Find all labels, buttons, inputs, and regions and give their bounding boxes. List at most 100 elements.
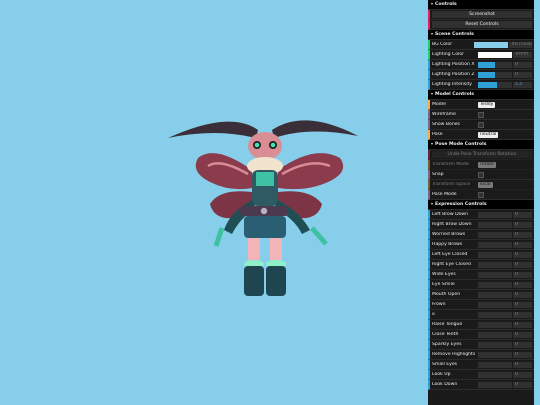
transform-space-select[interactable]: local <box>478 181 493 188</box>
reset-row[interactable]: Reset Controls <box>428 20 534 30</box>
slider-fill <box>478 61 495 68</box>
bg-color-swatch[interactable] <box>474 41 509 48</box>
undo-pose-button[interactable]: Undo Pose Transform Rotation <box>432 151 532 158</box>
expression-slider[interactable] <box>478 321 512 328</box>
model-folder-title[interactable]: Model Controls <box>428 90 534 100</box>
expression-slider[interactable] <box>478 211 512 218</box>
expression-slider[interactable] <box>478 271 512 278</box>
scene-folder-title[interactable]: Scene Controls <box>428 30 534 40</box>
reset-controls-button[interactable]: Reset Controls <box>432 21 532 28</box>
transform-mode-label: Transform Mode <box>432 162 469 167</box>
controls-folder-title[interactable]: Controls <box>428 0 534 10</box>
expression-value[interactable]: 0 <box>513 241 532 248</box>
expression-row: Happy Brows 0 <box>428 240 534 250</box>
transform-mode-select[interactable]: rotate <box>478 161 496 168</box>
expression-label: Eye Smile <box>432 282 455 287</box>
expression-slider[interactable] <box>478 241 512 248</box>
model-title: Model Controls <box>435 92 475 97</box>
slider-fill <box>478 81 497 88</box>
intensity-row: Lighting Intensity 5.5 <box>428 80 534 90</box>
expression-value[interactable]: 0 <box>513 261 532 268</box>
expression-value[interactable]: 0 <box>513 361 532 368</box>
intensity-slider[interactable] <box>478 81 512 88</box>
expression-slider[interactable] <box>478 301 512 308</box>
bg-color-value[interactable]: #87ceeb <box>509 41 532 48</box>
expression-slider[interactable] <box>478 371 512 378</box>
expression-value[interactable]: 0 <box>513 301 532 308</box>
left-leg <box>248 238 260 260</box>
model-select[interactable]: Teddy <box>478 101 496 108</box>
pose-mode-title: Pose Mode Controls <box>435 142 487 147</box>
expression-slider[interactable] <box>478 311 512 318</box>
light-x-slider[interactable] <box>478 61 512 68</box>
controls-panel: Controls Screenshot Reset Controls Scene… <box>428 0 534 405</box>
expression-slider[interactable] <box>478 231 512 238</box>
expression-slider[interactable] <box>478 291 512 298</box>
expression-value[interactable]: 0 <box>513 281 532 288</box>
expression-value[interactable]: 0 <box>513 211 532 218</box>
screenshot-button[interactable]: Screenshot <box>432 11 532 18</box>
slider-fill <box>478 71 495 78</box>
lighting-color-value[interactable]: #ffffff <box>513 51 532 58</box>
expression-slider[interactable] <box>478 261 512 268</box>
expression-folder-title[interactable]: Expression Controls <box>428 200 534 210</box>
lighting-color-swatch[interactable] <box>478 51 512 58</box>
show-bones-checkbox[interactable] <box>478 121 484 128</box>
expression-value[interactable]: 0 <box>513 341 532 348</box>
character-model[interactable] <box>160 108 360 308</box>
expression-slider[interactable] <box>478 331 512 338</box>
expression-row: Eye Smile 0 <box>428 280 534 290</box>
screenshot-row[interactable]: Screenshot <box>428 10 534 20</box>
expression-value[interactable]: 0 <box>513 321 532 328</box>
expression-slider[interactable] <box>478 341 512 348</box>
model-label: Model <box>432 102 446 107</box>
expression-value[interactable]: 0 <box>513 331 532 338</box>
shirt-print <box>256 172 274 186</box>
bg-color-label: BG Color <box>432 42 453 47</box>
light-z-value[interactable]: 0 <box>513 71 532 78</box>
expression-label: Look Down <box>432 382 458 387</box>
expression-label: Raise Tongue <box>432 322 463 327</box>
expression-label: Happy Brows <box>432 242 463 247</box>
light-z-slider[interactable] <box>478 71 512 78</box>
expression-row: Close Teeth 0 <box>428 330 534 340</box>
expression-slider[interactable] <box>478 381 512 388</box>
expression-row: Sparkly Eyes 0 <box>428 340 534 350</box>
expression-row: Worried Brows 0 <box>428 230 534 240</box>
right-antenna <box>272 120 358 138</box>
pose-select[interactable]: neutral <box>478 131 499 138</box>
intensity-value[interactable]: 5.5 <box>513 81 532 88</box>
expression-value[interactable]: 0 <box>513 351 532 358</box>
expression-value[interactable]: 0 <box>513 221 532 228</box>
belt-buckle <box>260 207 268 215</box>
pose-mode-label: Pose Mode <box>432 192 457 197</box>
snap-row: Snap <box>428 170 534 180</box>
snap-checkbox[interactable] <box>478 171 484 178</box>
intensity-label: Lighting Intensity <box>432 82 473 87</box>
expression-slider[interactable] <box>478 361 512 368</box>
expression-row: Left Eye Closed 0 <box>428 250 534 260</box>
expression-value[interactable]: 0 <box>513 271 532 278</box>
expression-slider[interactable] <box>478 251 512 258</box>
expression-value[interactable]: 0 <box>513 371 532 378</box>
expression-value[interactable]: 0 <box>513 251 532 258</box>
pose-mode-checkbox[interactable] <box>478 191 484 198</box>
wireframe-row: Wireframe <box>428 110 534 120</box>
expression-slider[interactable] <box>478 351 512 358</box>
pose-mode-folder-title[interactable]: Pose Mode Controls <box>428 140 534 150</box>
scene-title: Scene Controls <box>435 32 474 37</box>
expression-value[interactable]: 0 <box>513 231 532 238</box>
expression-label: Left Brow Down <box>432 212 469 217</box>
expression-value[interactable]: 0 <box>513 291 532 298</box>
light-x-value[interactable]: 0 <box>513 61 532 68</box>
transform-space-label: Transform Space <box>432 182 471 187</box>
lighting-color-row: Lighting Color #ffffff <box>428 50 534 60</box>
expression-slider[interactable] <box>478 221 512 228</box>
expression-slider[interactable] <box>478 281 512 288</box>
expression-row: Remove Highlights 0 <box>428 350 534 360</box>
expression-value[interactable]: 0 <box>513 311 532 318</box>
pose-mode-row: Pose Mode <box>428 190 534 200</box>
wireframe-checkbox[interactable] <box>478 111 484 118</box>
expression-value[interactable]: 0 <box>513 381 532 388</box>
expression-row: Left Brow Down 0 <box>428 210 534 220</box>
